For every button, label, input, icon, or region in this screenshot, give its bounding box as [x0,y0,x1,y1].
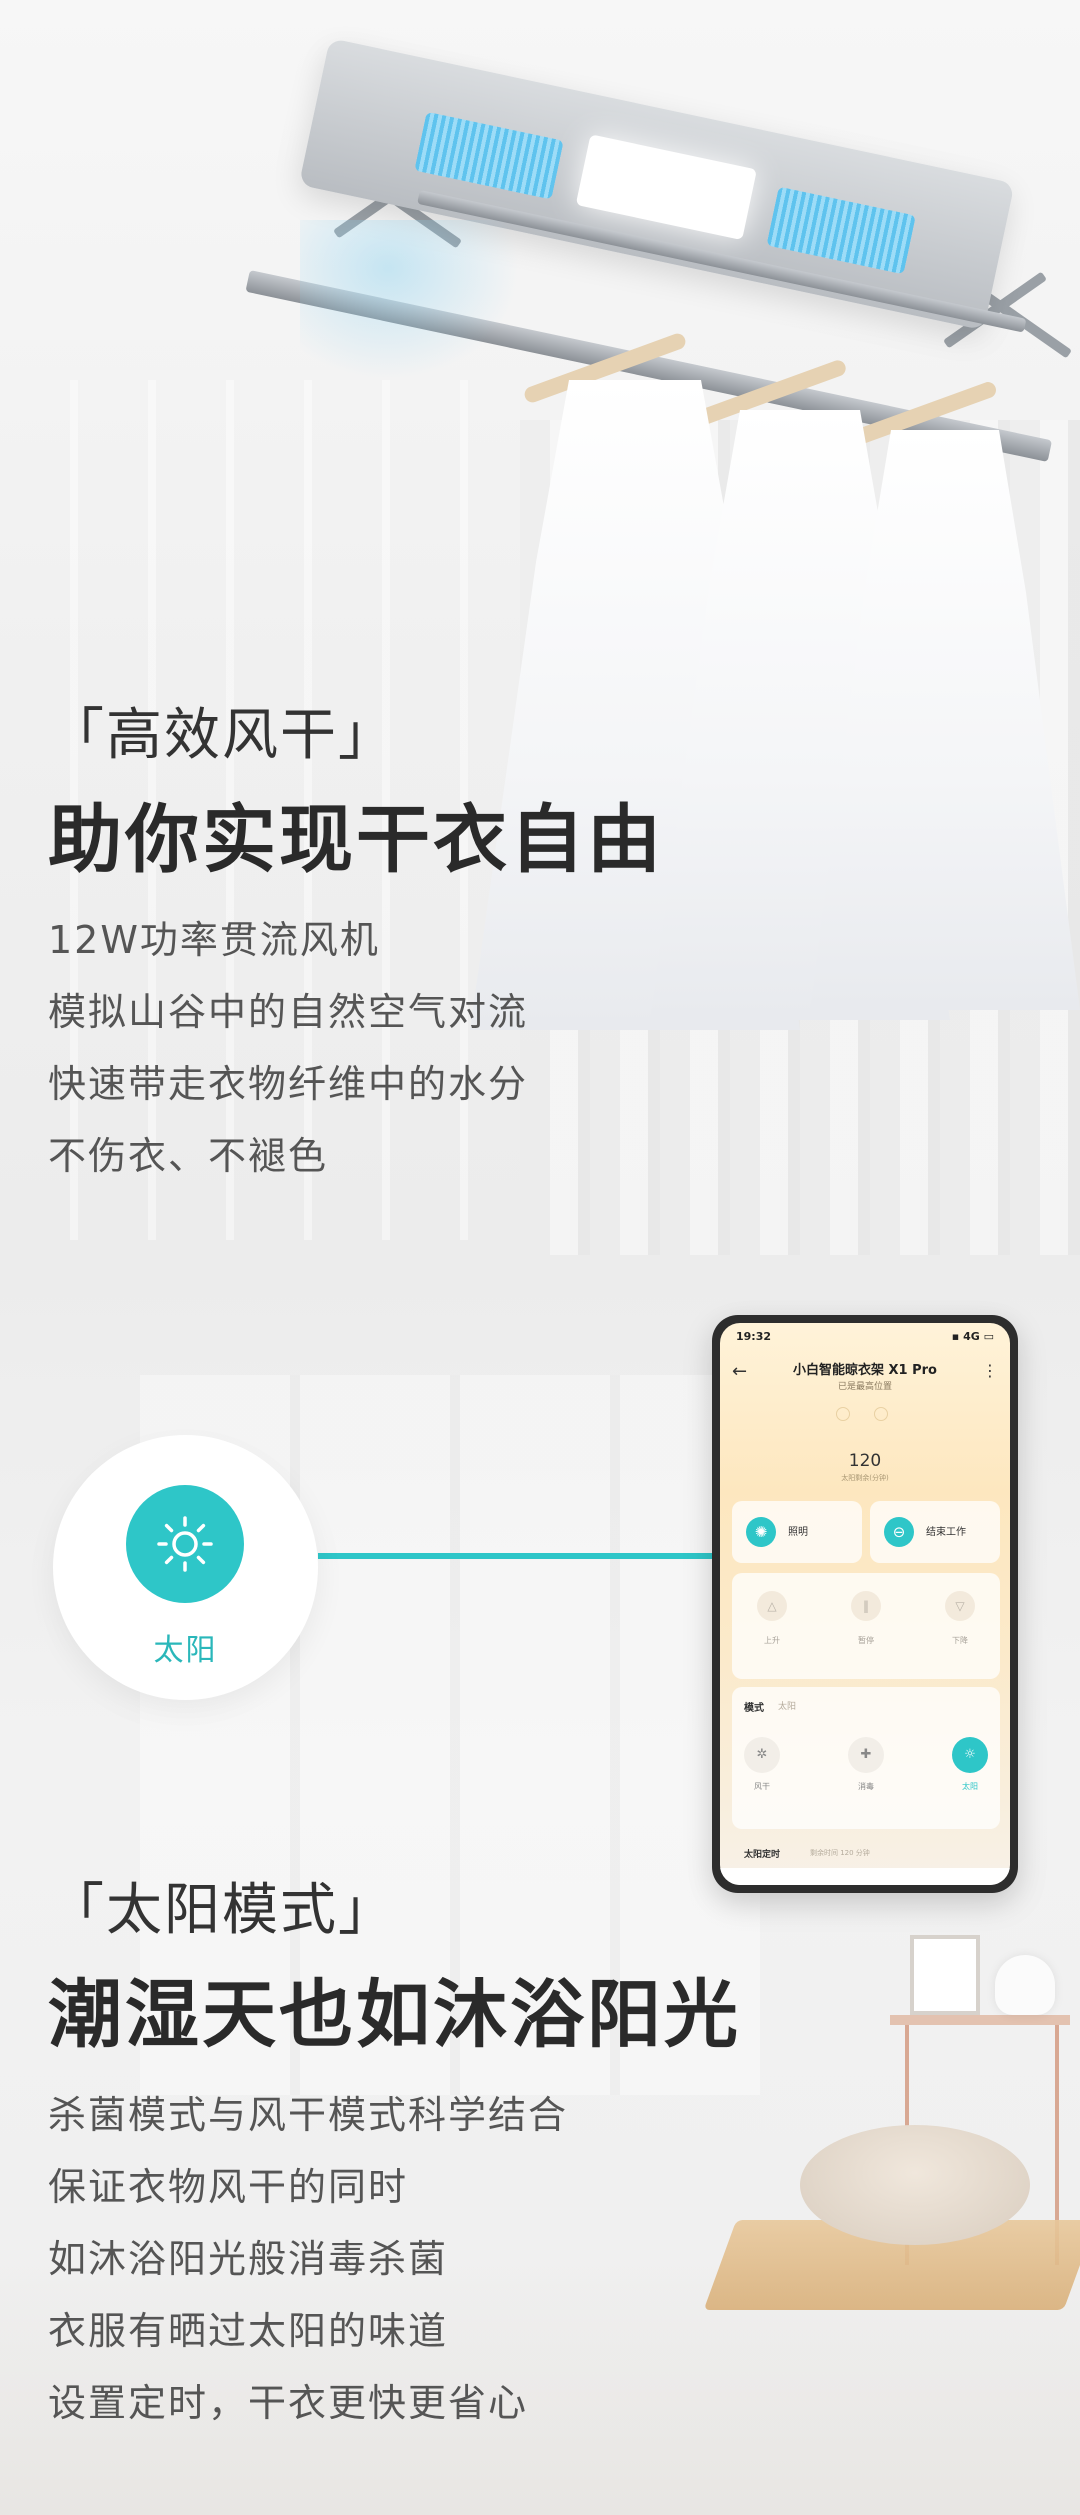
feature-description: 杀菌模式与风干模式科学结合 保证衣物风干的同时 如沐浴阳光般消毒杀菌 衣服有晒过… [48,2079,568,2439]
screen-bottom [720,1868,1010,1885]
sun-mode-label: 太阳 [153,1633,218,1668]
mode-sun-label: 太阳 [962,1782,978,1791]
light-toggle-button[interactable]: ✺ 照明 [732,1501,862,1563]
lift-pause-label: 暂停 [858,1636,874,1645]
description-line: 不伤衣、不褪色 [48,1134,329,1178]
plus-shield-icon: ✚ [848,1737,884,1773]
status-bar: 19:32 ▪ 4G ▭ [720,1323,1010,1349]
app-header: ← 小白智能晾衣架 X1 Pro 已是最高位置 ⋮ [720,1353,1010,1399]
status-time: 19:32 [736,1329,772,1343]
section-headline: 助你实现干衣自由 [48,797,664,883]
airflow-decor [300,220,520,380]
sun-icon [126,1485,244,1603]
status-icons-row [836,1407,888,1421]
picture-frame [910,1935,980,2015]
section-title: 「太阳模式」 [48,1878,396,1943]
lamp-panel [575,134,757,241]
lift-controls: △ 上升 ‖ 暂停 ▽ 下降 [732,1573,1000,1679]
mode-sterilize-button[interactable]: ✚ 消毒 [836,1737,896,1792]
description-line: 12W功率贯流风机 [48,918,380,962]
lift-up-label: 上升 [764,1636,780,1645]
mode-title: 模式 [744,1703,764,1714]
device-title: 小白智能晾衣架 X1 Pro [793,1363,937,1378]
remaining-minutes: 120 [848,1451,882,1471]
fan-vent [766,186,916,275]
description-line: 衣服有晒过太阳的味道 [48,2309,449,2353]
pause-icon: ‖ [851,1591,881,1621]
section-sun-mode: 太阳 19:32 ▪ 4G ▭ ← 小白智能晾衣架 X1 Pro 已是最高位置 … [0,1255,1080,2515]
description-line: 如沐浴阳光般消毒杀菌 [48,2237,449,2281]
feature-description: 12W功率贯流风机 模拟山谷中的自然空气对流 快速带走衣物纤维中的水分 不伤衣、… [48,904,528,1192]
wind-icon [874,1407,888,1421]
section-title: 「高效风干」 [48,703,396,768]
sun-timer-remaining: 剩余时间 120 分钟 [810,1849,870,1857]
side-table [890,2015,1070,2025]
phone-mockup: 19:32 ▪ 4G ▭ ← 小白智能晾衣架 X1 Pro 已是最高位置 ⋮ 1… [712,1315,1018,1893]
lift-down-button[interactable]: ▽ 下降 [930,1591,990,1646]
description-line: 保证衣物风干的同时 [48,2165,409,2209]
lift-up-button[interactable]: △ 上升 [742,1591,802,1646]
floor-pillow [800,2125,1030,2245]
lift-pause-button[interactable]: ‖ 暂停 [836,1591,896,1646]
mode-sun-button[interactable]: ☼ 太阳 [940,1737,1000,1792]
sun-icon [836,1407,850,1421]
light-label: 照明 [788,1527,808,1538]
current-mode: 太阳 [778,1702,797,1712]
lightbulb-icon: ✺ [746,1517,776,1547]
more-menu-icon[interactable]: ⋮ [982,1361,998,1380]
mode-wind-label: 风干 [754,1782,770,1791]
mode-wind-button[interactable]: ✲ 风干 [732,1737,792,1792]
stop-icon: ⊖ [884,1517,914,1547]
remaining-minutes-label: 太阳剩余(分钟) [841,1474,889,1482]
end-work-button[interactable]: ⊖ 结束工作 [870,1501,1000,1563]
description-line: 快速带走衣物纤维中的水分 [48,1062,529,1106]
sun-mode-callout: 太阳 [53,1435,318,1700]
chevron-up-icon: △ [757,1591,787,1621]
sun-timer-title: 太阳定时 [744,1850,781,1860]
description-line: 模拟山谷中的自然空气对流 [48,990,529,1034]
description-line: 杀菌模式与风干模式科学结合 [48,2093,569,2137]
status-indicators: ▪ 4G ▭ [951,1329,994,1343]
fan-vent [414,111,564,200]
app-screen: 19:32 ▪ 4G ▭ ← 小白智能晾衣架 X1 Pro 已是最高位置 ⋮ 1… [720,1323,1010,1885]
mode-sterilize-label: 消毒 [858,1782,874,1791]
sun-icon: ☼ [952,1737,988,1773]
description-line: 设置定时，干衣更快更省心 [48,2381,529,2425]
lift-down-label: 下降 [952,1636,968,1645]
section-headline: 潮湿天也如沐浴阳光 [48,1972,741,2058]
wind-icon: ✲ [744,1737,780,1773]
end-work-label: 结束工作 [926,1527,966,1538]
device-status: 已是最高位置 [837,1382,892,1392]
chevron-down-icon: ▽ [945,1591,975,1621]
mode-panel: 模式 太阳 ✲ 风干 ✚ 消毒 ☼ 太阳 [732,1687,1000,1829]
vase [995,1955,1055,2015]
section-efficient-drying: 「高效风干」 助你实现干衣自由 12W功率贯流风机 模拟山谷中的自然空气对流 快… [0,0,1080,1255]
callout-connector-line [318,1553,718,1559]
